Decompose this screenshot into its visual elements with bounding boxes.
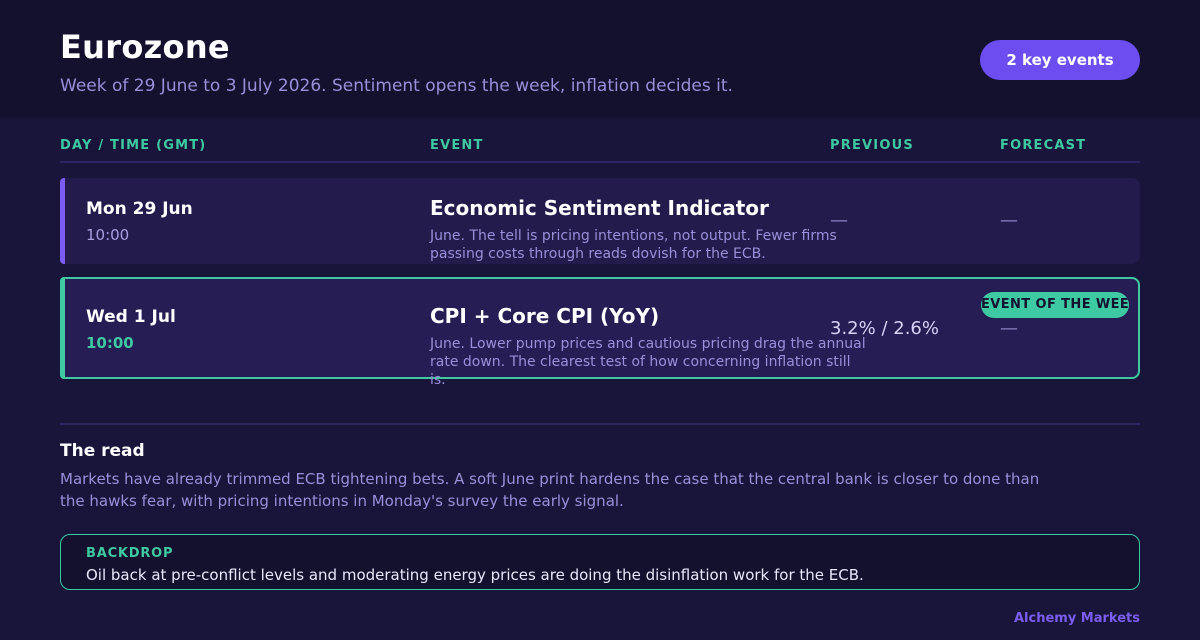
row-day: Wed 1 Jul <box>86 307 176 327</box>
read-heading: The read <box>60 441 145 461</box>
column-header-forecast: FORECAST <box>1000 138 1087 153</box>
brand-logo-text: Alchemy Markets <box>1013 611 1140 626</box>
row-time: 10:00 <box>86 334 134 352</box>
event-title: CPI + Core CPI (YoY) <box>430 304 660 328</box>
column-header-day-time: DAY / TIME (GMT) <box>60 138 207 153</box>
page-title: Eurozone <box>60 28 230 66</box>
key-events-badge: 2 key events <box>980 40 1140 80</box>
backdrop-label: BACKDROP <box>86 546 174 561</box>
section-divider <box>60 423 1140 425</box>
header-divider <box>60 161 1140 163</box>
header: Eurozone Week of 29 June to 3 July 2026.… <box>0 0 1200 118</box>
event-description: June. The tell is pricing intentions, no… <box>430 228 837 262</box>
forecast-value: — <box>1000 318 1018 339</box>
event-title: Economic Sentiment Indicator <box>430 196 769 220</box>
previous-value: 3.2% / 2.6% <box>830 318 939 339</box>
page-subtitle: Week of 29 June to 3 July 2026. Sentimen… <box>60 76 733 96</box>
forecast-value: — <box>1000 210 1018 231</box>
event-of-the-week-badge: EVENT OF THE WEEK <box>981 292 1129 318</box>
backdrop-callout: BACKDROP Oil back at pre-conflict levels… <box>60 534 1140 590</box>
event-description: June. Lower pump prices and cautious pri… <box>430 336 866 388</box>
row-time: 10:00 <box>86 226 130 244</box>
read-body: Markets have already trimmed ECB tighten… <box>60 470 1040 510</box>
column-header-previous: PREVIOUS <box>830 138 914 153</box>
backdrop-text: Oil back at pre-conflict levels and mode… <box>86 566 864 584</box>
row-day: Mon 29 Jun <box>86 199 193 219</box>
previous-value: — <box>830 210 848 231</box>
column-header-event: EVENT <box>430 138 484 153</box>
